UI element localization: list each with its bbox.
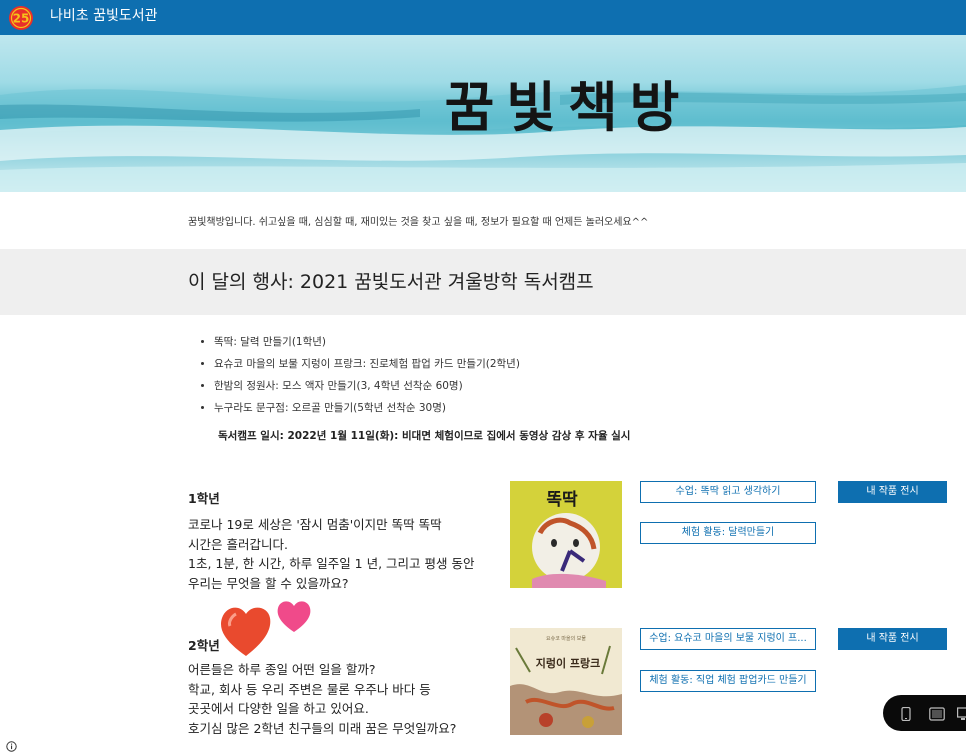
grade1-heading: 1학년	[188, 491, 220, 506]
grade1-lesson-button[interactable]: 수업: 똑딱 읽고 생각하기	[640, 481, 816, 503]
tablet-icon[interactable]	[929, 706, 945, 725]
grade1-desc-line: 1초, 1분, 한 시간, 하루 일주일 1 년, 그리고 평생 동안	[188, 556, 475, 571]
grade2-activity-button[interactable]: 체험 활동: 직업 체험 팝업카드 만들기	[640, 670, 816, 692]
intro-text: 꿈빛책방입니다. 쉬고싶을 때, 심심할 때, 재미있는 것을 찾고 싶을 때,…	[188, 217, 649, 228]
grade1-book-cover[interactable]: 똑딱	[510, 481, 622, 588]
grade2-desc-line: 어른들은 하루 종일 어떤 일을 할까?	[188, 662, 376, 677]
grade1-desc-line: 우리는 무엇을 할 수 있을까요?	[188, 575, 349, 591]
hero-title: 꿈빛책방	[444, 76, 692, 139]
event-list-item: 요슈코 마을의 보물 지렁이 프랑크: 진로체험 팝업 카드 만들기(2학년)	[214, 356, 520, 378]
site-logo[interactable]: 25	[8, 5, 34, 31]
event-title: 이 달의 행사: 2021 꿈빛도서관 겨울방학 독서캠프	[188, 271, 594, 293]
grade1-activity-button[interactable]: 체험 활동: 달력만들기	[640, 522, 816, 544]
event-list-item: 누구라도 문구점: 오르골 만들기(5학년 선착순 30명)	[214, 400, 520, 422]
phone-icon[interactable]	[901, 706, 911, 725]
desktop-icon[interactable]	[957, 706, 966, 725]
info-icon[interactable]	[6, 737, 17, 752]
grade1-desc-line: 코로나 19로 세상은 '잠시 멈춤'이지만 똑딱 똑딱	[188, 517, 442, 532]
camp-date: 독서캠프 일시: 2022년 1월 11일(화): 비대면 체험이므로 집에서 …	[218, 430, 631, 442]
grade2-description: 어른들은 하루 종일 어떤 일을 할까? 학교, 회사 등 우리 주변은 물론 …	[188, 660, 488, 738]
grade2-book-cover[interactable]: 요슈코 마을의 보물 지렁이 프랑크	[510, 628, 622, 735]
logo-text: 25	[13, 12, 30, 26]
grade1-desc-line: 시간은 흘러갑니다.	[188, 536, 288, 552]
site-title[interactable]: 나비초 꿈빛도서관	[50, 0, 158, 35]
device-preview-toolbar	[883, 695, 966, 731]
grade1-cover-title: 똑딱	[546, 490, 578, 510]
event-list: 똑딱: 달력 만들기(1학년) 요슈코 마을의 보물 지렁이 프랑크: 진로체험…	[200, 334, 520, 422]
event-list-item: 똑딱: 달력 만들기(1학년)	[214, 334, 520, 356]
top-navigation-bar: 25 나비초 꿈빛도서관	[0, 0, 966, 35]
grade2-desc-line: 호기심 많은 2학년 친구들의 미래 꿈은 무엇일까요?	[188, 720, 457, 736]
grade2-desc-line: 곳곳에서 다양한 일을 하고 있어요.	[188, 701, 369, 716]
grade2-desc-line: 학교, 회사 등 우리 주변은 물론 우주나 바다 등	[188, 681, 431, 697]
hero-banner: 꿈빛책방	[0, 35, 966, 192]
grade2-heading: 2학년	[188, 638, 220, 653]
grade2-gallery-button[interactable]: 내 작품 전시	[838, 628, 947, 650]
grade1-gallery-button[interactable]: 내 작품 전시	[838, 481, 947, 503]
event-list-item: 한밤의 정원사: 모스 액자 만들기(3, 4학년 선착순 60명)	[214, 378, 520, 400]
grade2-cover-title: 지렁이 프랑크	[536, 656, 601, 670]
grade2-cover-subtitle: 요슈코 마을의 보물	[546, 635, 586, 642]
hearts-decoration	[216, 596, 316, 662]
event-title-band: 이 달의 행사: 2021 꿈빛도서관 겨울방학 독서캠프	[0, 249, 966, 315]
grade2-lesson-button[interactable]: 수업: 요슈코 마을의 보물 지렁이 프...	[640, 628, 816, 650]
grade1-description: 코로나 19로 세상은 '잠시 멈춤'이지만 똑딱 똑딱 시간은 흘러갑니다. …	[188, 515, 488, 593]
